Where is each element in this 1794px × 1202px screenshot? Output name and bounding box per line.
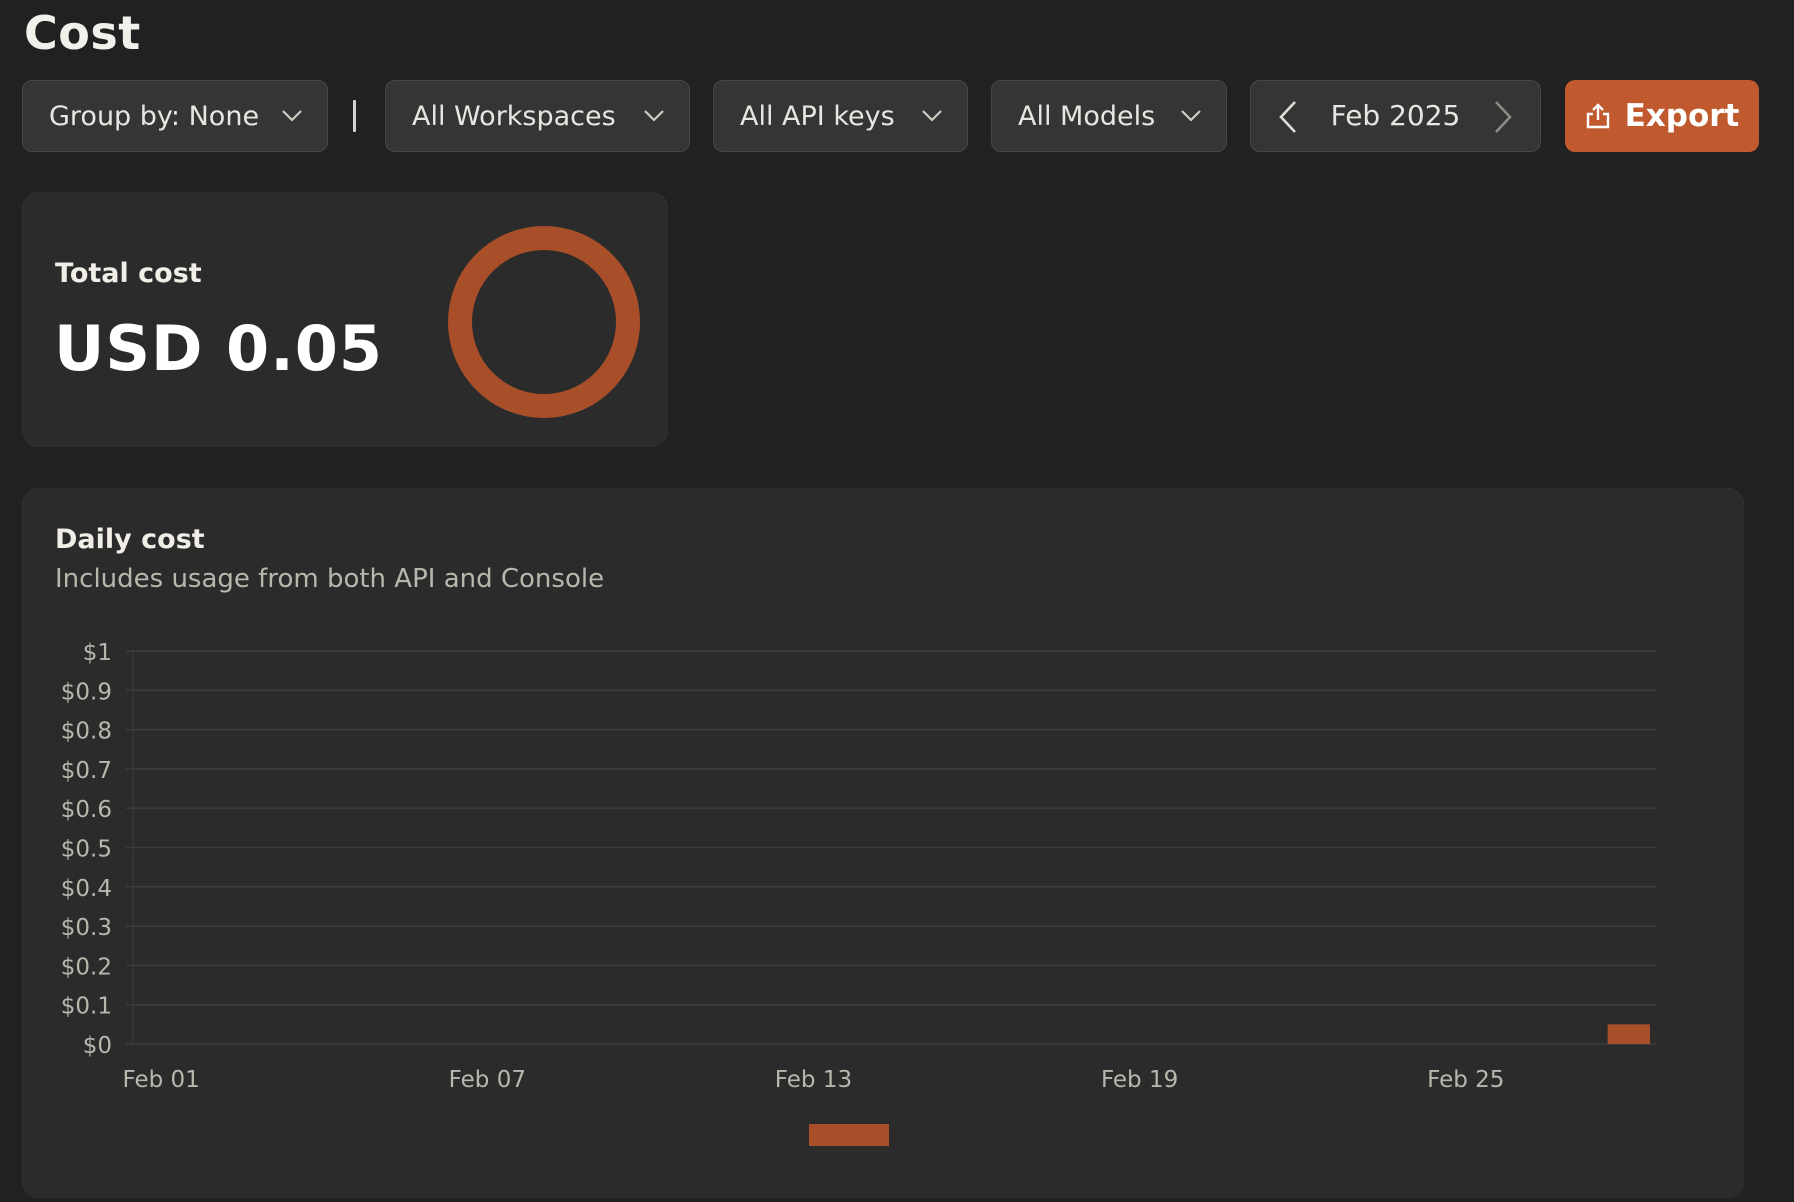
x-tick-label: Feb 01: [123, 1067, 200, 1093]
toolbar-separator: [353, 100, 356, 132]
cost-donut-chart: [448, 226, 640, 418]
chevron-down-icon: [922, 110, 942, 122]
api-keys-dropdown[interactable]: All API keys: [713, 80, 968, 152]
y-tick-label: $0.9: [61, 679, 112, 705]
share-upload-icon: [1586, 103, 1609, 129]
workspaces-dropdown[interactable]: All Workspaces: [385, 80, 690, 152]
x-tick-label: Feb 07: [449, 1067, 526, 1093]
daily-cost-subtitle: Includes usage from both API and Console: [55, 564, 605, 594]
page-title: Cost: [24, 6, 141, 60]
y-tick-label: $0: [83, 1033, 112, 1059]
workspaces-label: All Workspaces: [412, 100, 616, 132]
group-by-label: Group by: None: [49, 100, 260, 132]
y-tick-label: $0.8: [61, 719, 112, 745]
y-tick-label: $0.6: [61, 797, 112, 823]
filter-toolbar: Group by: None All Workspaces All API ke…: [22, 80, 1782, 152]
y-tick-label: $0.5: [61, 837, 112, 863]
total-cost-label: Total cost: [55, 258, 202, 289]
month-navigator: Feb 2025: [1250, 80, 1541, 152]
y-tick-label: $0.7: [61, 758, 112, 784]
group-by-dropdown[interactable]: Group by: None: [22, 80, 328, 152]
api-keys-label: All API keys: [740, 100, 895, 132]
legend-swatch: [809, 1124, 889, 1146]
y-tick-label: $0.2: [61, 954, 112, 980]
x-tick-label: Feb 19: [1101, 1067, 1178, 1093]
donut-ring: [448, 226, 640, 418]
models-label: All Models: [1018, 100, 1156, 132]
export-button[interactable]: Export: [1565, 80, 1759, 152]
y-tick-label: $0.3: [61, 915, 112, 941]
daily-cost-chart: $0 $0.1 $0.2 $0.3 $0.4 $0.5 $0.6 $0.7 $0.8 $0.9 $1…: [61, 640, 1656, 1146]
daily-cost-title: Daily cost: [55, 524, 205, 555]
bar: [1607, 1024, 1651, 1044]
chevron-down-icon: [644, 110, 664, 122]
total-cost-card: Total cost USD 0.05: [22, 192, 668, 447]
x-tick-label: Feb 13: [775, 1067, 852, 1093]
chevron-down-icon: [282, 110, 302, 122]
total-cost-value: USD 0.05: [54, 312, 384, 385]
y-tick-label: $1: [83, 640, 112, 666]
x-tick-label: Feb 25: [1427, 1067, 1504, 1093]
y-tick-label: $0.1: [61, 994, 112, 1020]
y-tick-label: $0.4: [61, 876, 112, 902]
chevron-down-icon: [1181, 110, 1201, 122]
chevron-right-icon[interactable]: [1488, 99, 1518, 135]
export-label: Export: [1624, 98, 1740, 134]
daily-cost-card: $0 $0.1 $0.2 $0.3 $0.4 $0.5 $0.6 $0.7 $0.8 $0.9 $1…: [22, 488, 1744, 1198]
cost-page: Cost Group by: None All Workspaces All A…: [0, 0, 1794, 1202]
models-dropdown[interactable]: All Models: [991, 80, 1227, 152]
